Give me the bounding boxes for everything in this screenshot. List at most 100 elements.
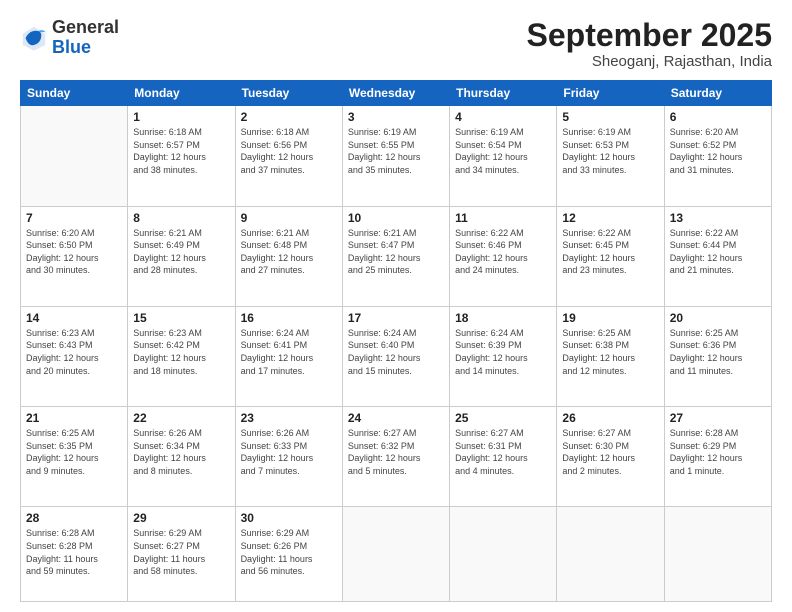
day-info: Sunrise: 6:28 AM Sunset: 6:29 PM Dayligh…	[670, 427, 766, 477]
calendar-day-header: Sunday	[21, 81, 128, 106]
day-info: Sunrise: 6:26 AM Sunset: 6:33 PM Dayligh…	[241, 427, 337, 477]
calendar-cell: 9Sunrise: 6:21 AM Sunset: 6:48 PM Daylig…	[235, 206, 342, 306]
calendar-cell: 22Sunrise: 6:26 AM Sunset: 6:34 PM Dayli…	[128, 407, 235, 507]
calendar-cell: 27 Sunrise: 6:28 AM Sunset: 6:29 PM Dayli…	[664, 407, 771, 507]
calendar-cell	[450, 507, 557, 602]
day-number: 18	[455, 311, 551, 325]
calendar-cell: 8Sunrise: 6:21 AM Sunset: 6:49 PM Daylig…	[128, 206, 235, 306]
day-info: Sunrise: 6:25 AM Sunset: 6:36 PM Dayligh…	[670, 327, 766, 377]
calendar-cell: 2 Sunrise: 6:18 AM Sunset: 6:56 PM Daylig…	[235, 106, 342, 206]
day-number: 4	[455, 110, 551, 124]
day-info: Sunrise: 6:22 AM Sunset: 6:44 PM Dayligh…	[670, 227, 766, 277]
day-info: Sunrise: 6:25 AM Sunset: 6:38 PM Dayligh…	[562, 327, 658, 377]
calendar-cell: 17Sunrise: 6:24 AM Sunset: 6:40 PM Dayli…	[342, 306, 449, 406]
day-number: 22	[133, 411, 229, 425]
calendar-week-row: 14Sunrise: 6:23 AM Sunset: 6:43 PM Dayli…	[21, 306, 772, 406]
day-number: 26	[562, 411, 658, 425]
calendar-cell: 26Sunrise: 6:27 AM Sunset: 6:30 PM Dayli…	[557, 407, 664, 507]
day-number: 12	[562, 211, 658, 225]
calendar-day-header: Monday	[128, 81, 235, 106]
day-info: Sunrise: 6:19 AM Sunset: 6:54 PM Dayligh…	[455, 126, 551, 176]
day-number: 7	[26, 211, 122, 225]
calendar-cell: 12 Sunrise: 6:22 AM Sunset: 6:45 PM Dayli…	[557, 206, 664, 306]
calendar-cell: 19 Sunrise: 6:25 AM Sunset: 6:38 PM Dayli…	[557, 306, 664, 406]
calendar-cell: 4 Sunrise: 6:19 AM Sunset: 6:54 PM Daylig…	[450, 106, 557, 206]
day-number: 30	[241, 511, 337, 525]
day-info: Sunrise: 6:23 AM Sunset: 6:42 PM Dayligh…	[133, 327, 229, 377]
day-number: 2	[241, 110, 337, 124]
calendar-week-row: 28 Sunrise: 6:28 AM Sunset: 6:28 PM Dayli…	[21, 507, 772, 602]
page: General Blue September 2025 Sheoganj, Ra…	[0, 0, 792, 612]
calendar-week-row: 7 Sunrise: 6:20 AM Sunset: 6:50 PM Daylig…	[21, 206, 772, 306]
calendar-cell: 13 Sunrise: 6:22 AM Sunset: 6:44 PM Dayli…	[664, 206, 771, 306]
day-info: Sunrise: 6:22 AM Sunset: 6:46 PM Dayligh…	[455, 227, 551, 277]
day-info: Sunrise: 6:20 AM Sunset: 6:52 PM Dayligh…	[670, 126, 766, 176]
logo-icon	[20, 24, 48, 52]
calendar-cell: 20 Sunrise: 6:25 AM Sunset: 6:36 PM Dayli…	[664, 306, 771, 406]
calendar-cell: 16 Sunrise: 6:24 AM Sunset: 6:41 PM Dayli…	[235, 306, 342, 406]
calendar-cell: 7 Sunrise: 6:20 AM Sunset: 6:50 PM Daylig…	[21, 206, 128, 306]
calendar-cell: 24 Sunrise: 6:27 AM Sunset: 6:32 PM Dayli…	[342, 407, 449, 507]
day-info: Sunrise: 6:28 AM Sunset: 6:28 PM Dayligh…	[26, 527, 122, 577]
month-title: September 2025	[527, 18, 772, 53]
calendar-day-header: Wednesday	[342, 81, 449, 106]
day-info: Sunrise: 6:19 AM Sunset: 6:55 PM Dayligh…	[348, 126, 444, 176]
day-info: Sunrise: 6:24 AM Sunset: 6:40 PM Dayligh…	[348, 327, 444, 377]
day-number: 10	[348, 211, 444, 225]
header: General Blue September 2025 Sheoganj, Ra…	[20, 18, 772, 70]
calendar-day-header: Saturday	[664, 81, 771, 106]
day-info: Sunrise: 6:27 AM Sunset: 6:31 PM Dayligh…	[455, 427, 551, 477]
calendar-day-header: Thursday	[450, 81, 557, 106]
day-number: 9	[241, 211, 337, 225]
day-info: Sunrise: 6:18 AM Sunset: 6:57 PM Dayligh…	[133, 126, 229, 176]
day-number: 15	[133, 311, 229, 325]
day-number: 24	[348, 411, 444, 425]
calendar-cell	[342, 507, 449, 602]
day-info: Sunrise: 6:27 AM Sunset: 6:32 PM Dayligh…	[348, 427, 444, 477]
calendar-week-row: 1Sunrise: 6:18 AM Sunset: 6:57 PM Daylig…	[21, 106, 772, 206]
day-number: 29	[133, 511, 229, 525]
day-number: 21	[26, 411, 122, 425]
calendar-cell	[664, 507, 771, 602]
day-number: 11	[455, 211, 551, 225]
title-block: September 2025 Sheoganj, Rajasthan, Indi…	[527, 18, 772, 70]
calendar-cell: 15 Sunrise: 6:23 AM Sunset: 6:42 PM Dayli…	[128, 306, 235, 406]
logo: General Blue	[20, 18, 119, 58]
day-number: 20	[670, 311, 766, 325]
day-info: Sunrise: 6:29 AM Sunset: 6:27 PM Dayligh…	[133, 527, 229, 577]
calendar-day-header: Friday	[557, 81, 664, 106]
calendar-cell: 25Sunrise: 6:27 AM Sunset: 6:31 PM Dayli…	[450, 407, 557, 507]
day-info: Sunrise: 6:22 AM Sunset: 6:45 PM Dayligh…	[562, 227, 658, 277]
calendar-cell: 23 Sunrise: 6:26 AM Sunset: 6:33 PM Dayli…	[235, 407, 342, 507]
day-number: 23	[241, 411, 337, 425]
calendar-cell	[557, 507, 664, 602]
calendar-cell: 1Sunrise: 6:18 AM Sunset: 6:57 PM Daylig…	[128, 106, 235, 206]
calendar-cell: 6 Sunrise: 6:20 AM Sunset: 6:52 PM Daylig…	[664, 106, 771, 206]
day-info: Sunrise: 6:23 AM Sunset: 6:43 PM Dayligh…	[26, 327, 122, 377]
day-number: 13	[670, 211, 766, 225]
location: Sheoganj, Rajasthan, India	[527, 53, 772, 70]
calendar-cell	[21, 106, 128, 206]
day-info: Sunrise: 6:19 AM Sunset: 6:53 PM Dayligh…	[562, 126, 658, 176]
day-number: 16	[241, 311, 337, 325]
calendar-cell: 3 Sunrise: 6:19 AM Sunset: 6:55 PM Daylig…	[342, 106, 449, 206]
day-number: 6	[670, 110, 766, 124]
day-number: 5	[562, 110, 658, 124]
day-info: Sunrise: 6:21 AM Sunset: 6:47 PM Dayligh…	[348, 227, 444, 277]
calendar-cell: 18 Sunrise: 6:24 AM Sunset: 6:39 PM Dayli…	[450, 306, 557, 406]
day-info: Sunrise: 6:20 AM Sunset: 6:50 PM Dayligh…	[26, 227, 122, 277]
day-info: Sunrise: 6:29 AM Sunset: 6:26 PM Dayligh…	[241, 527, 337, 577]
calendar-cell: 10 Sunrise: 6:21 AM Sunset: 6:47 PM Dayli…	[342, 206, 449, 306]
logo-text: General Blue	[52, 18, 119, 58]
day-info: Sunrise: 6:24 AM Sunset: 6:41 PM Dayligh…	[241, 327, 337, 377]
calendar-cell: 29 Sunrise: 6:29 AM Sunset: 6:27 PM Dayli…	[128, 507, 235, 602]
calendar: SundayMondayTuesdayWednesdayThursdayFrid…	[20, 80, 772, 602]
day-number: 27	[670, 411, 766, 425]
calendar-cell: 5 Sunrise: 6:19 AM Sunset: 6:53 PM Daylig…	[557, 106, 664, 206]
day-number: 19	[562, 311, 658, 325]
day-info: Sunrise: 6:25 AM Sunset: 6:35 PM Dayligh…	[26, 427, 122, 477]
day-number: 28	[26, 511, 122, 525]
day-info: Sunrise: 6:18 AM Sunset: 6:56 PM Dayligh…	[241, 126, 337, 176]
day-number: 3	[348, 110, 444, 124]
day-info: Sunrise: 6:24 AM Sunset: 6:39 PM Dayligh…	[455, 327, 551, 377]
